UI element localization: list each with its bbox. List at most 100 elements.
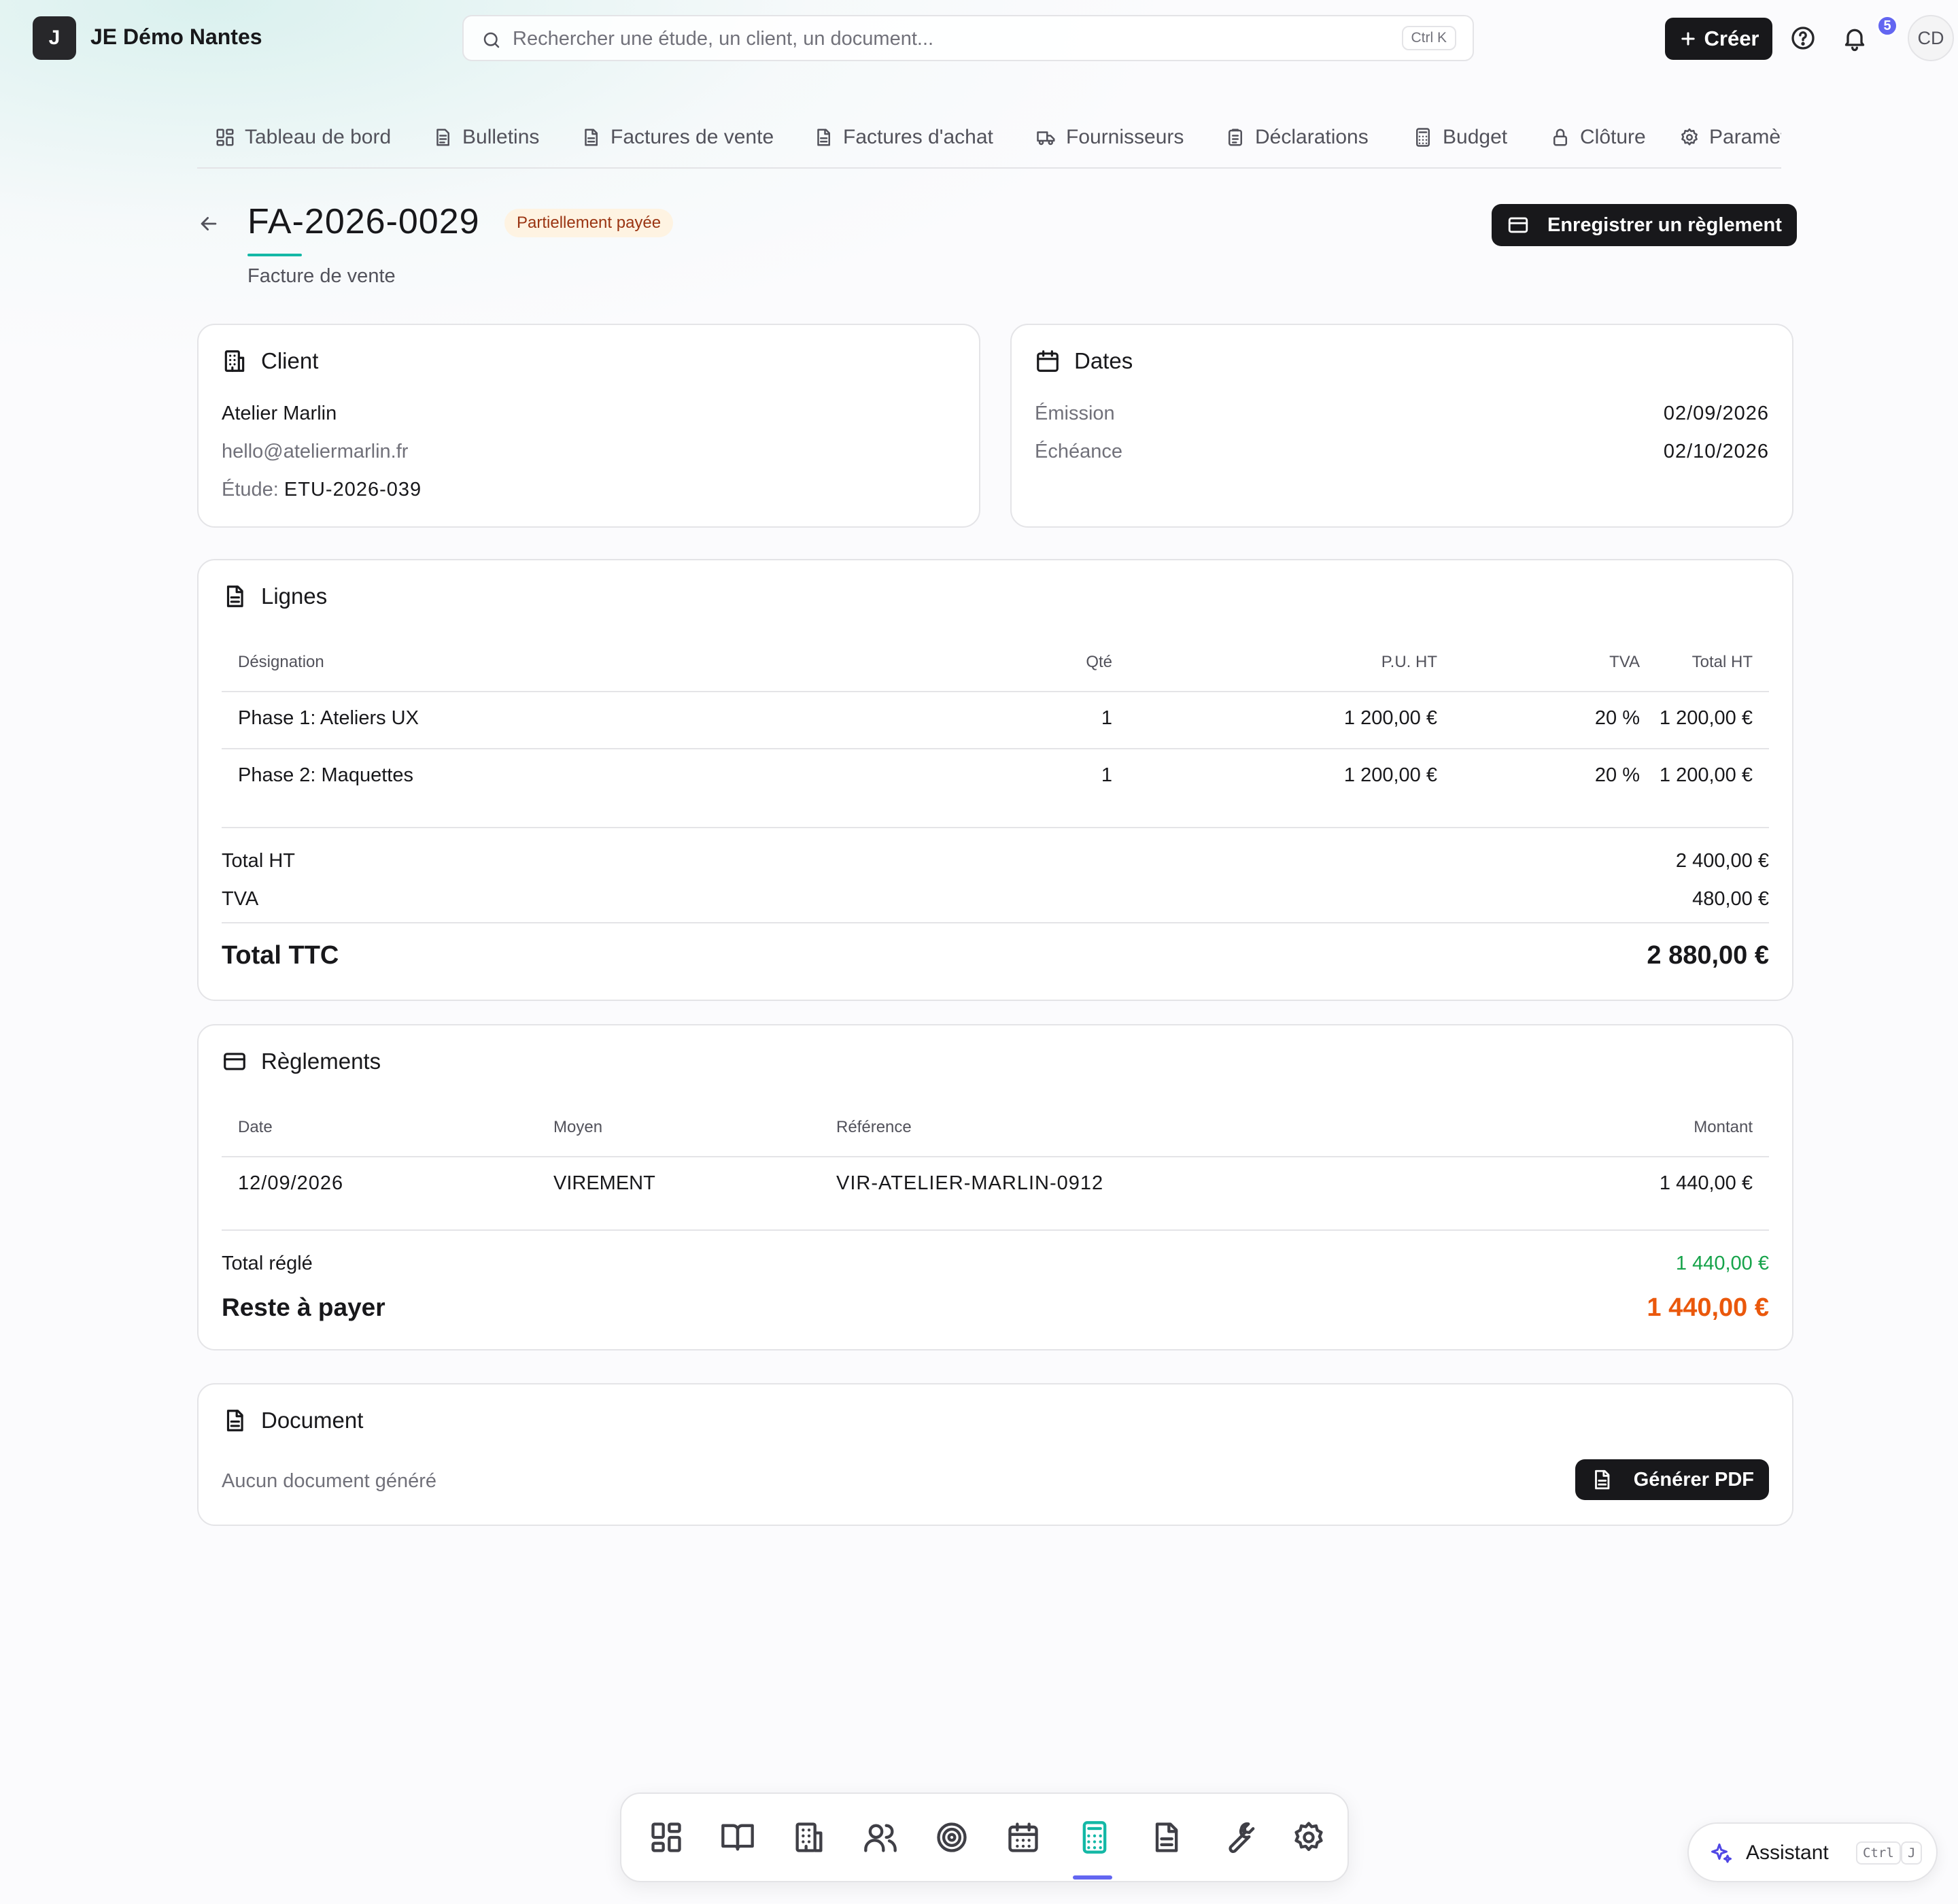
notification-badge: 5 (1876, 15, 1898, 37)
document-icon (226, 585, 243, 607)
tab-tableau-de-bord[interactable]: Tableau de bord (215, 122, 391, 152)
row-unit-price: 1 200,00 € (1343, 764, 1437, 786)
document-card-title: Document (261, 1408, 364, 1433)
vat-total-value: 480,00 € (1692, 888, 1769, 910)
table-header-divider (222, 691, 1769, 692)
search-input[interactable] (513, 23, 1362, 54)
client-study: Étude: ETU-2026-039 (222, 479, 422, 501)
dashboard-icon[interactable] (649, 1820, 684, 1855)
dashboard-icon (216, 129, 234, 146)
document-icon (817, 129, 830, 146)
total-ht-value: 2 400,00 € (1675, 850, 1769, 872)
tab-label: Clôture (1580, 126, 1646, 148)
ttc-divider (222, 922, 1769, 923)
document-card: Document Aucun document généré Générer P… (197, 1383, 1793, 1526)
lines-card-header: Lignes (222, 583, 327, 609)
client-card-title: Client (261, 348, 319, 373)
users-icon[interactable] (863, 1820, 898, 1855)
row-qty: 1 (1101, 707, 1112, 729)
search-bar[interactable]: Ctrl K (462, 15, 1474, 61)
create-button[interactable]: Créer (1665, 18, 1772, 60)
document-icon (1594, 1469, 1610, 1490)
calendar-icon[interactable] (1006, 1820, 1041, 1855)
payments-card-title: Règlements (261, 1049, 381, 1074)
tab-bulletins[interactable]: Bulletins (432, 122, 539, 152)
title-underline (247, 254, 302, 256)
row-vat: 20 % (1594, 707, 1640, 729)
generate-pdf-button[interactable]: Générer PDF (1575, 1459, 1769, 1500)
study-ref[interactable]: ETU-2026-039 (284, 479, 422, 500)
dates-card-title: Dates (1074, 348, 1133, 373)
target-icon[interactable] (934, 1820, 969, 1855)
tab-factures-d-achat[interactable]: Factures d'achat (813, 122, 993, 152)
record-payment-button[interactable]: Enregistrer un règlement (1492, 204, 1797, 246)
tab-declarations[interactable]: Déclarations (1225, 122, 1369, 152)
client-email[interactable]: hello@ateliermarlin.fr (222, 441, 408, 463)
payment-method: VIREMENT (553, 1172, 655, 1194)
tab-budget[interactable]: Budget (1413, 122, 1507, 152)
row-unit-price: 1 200,00 € (1343, 707, 1437, 729)
building-icon (224, 350, 245, 372)
col-total: Total HT (1691, 653, 1753, 671)
client-card-header: Client (222, 348, 318, 374)
tab-factures-de-vente[interactable]: Factures de vente (581, 122, 774, 152)
app-name[interactable]: JE Démo Nantes (90, 24, 262, 50)
calculator-icon[interactable] (1077, 1820, 1112, 1855)
issue-date-label: Émission (1035, 403, 1115, 424)
tab-fournisseurs[interactable]: Fournisseurs (1036, 122, 1184, 152)
help-icon[interactable] (1789, 24, 1817, 52)
row-divider (222, 748, 1769, 749)
document-icon[interactable] (1148, 1820, 1184, 1855)
assistant-label: Assistant (1746, 1841, 1829, 1864)
gear-icon (1681, 128, 1698, 146)
col-reference: Référence (836, 1118, 912, 1136)
document-icon (226, 1410, 243, 1431)
gear-icon[interactable] (1291, 1820, 1326, 1855)
totals-divider (222, 827, 1769, 828)
sparkles-icon (1711, 1843, 1732, 1863)
document-empty-text: Aucun document généré (222, 1470, 436, 1492)
bottom-dock (620, 1792, 1349, 1882)
document-card-header: Document (222, 1408, 363, 1433)
bell-icon[interactable] (1841, 24, 1868, 52)
row-total: 1 200,00 € (1659, 707, 1753, 729)
building-icon[interactable] (791, 1820, 827, 1855)
dates-card: Dates Émission 02/09/2026 Échéance 02/10… (1010, 324, 1793, 528)
invoice-number: FA-2026-0029 (247, 202, 480, 241)
invoice-type: Facture de vente (247, 265, 396, 287)
payment-amount: 1 440,00 € (1659, 1172, 1753, 1194)
tab-parametres[interactable]: Paramètres (1679, 122, 1781, 152)
create-button-label: Créer (1704, 27, 1759, 50)
issue-date-value: 02/09/2026 (1663, 403, 1769, 424)
tab-label: Budget (1443, 126, 1508, 148)
due-date-label: Échéance (1035, 441, 1122, 462)
top-bar: J JE Démo Nantes Ctrl K Créer 5 CD (0, 0, 1958, 76)
calculator-icon (1416, 128, 1430, 147)
tab-cloture[interactable]: Clôture (1550, 122, 1646, 152)
study-label: Étude: (222, 479, 279, 500)
book-icon[interactable] (720, 1820, 755, 1855)
col-amount: Montant (1694, 1118, 1753, 1136)
status-badge: Partiellement payée (504, 209, 674, 237)
assistant-shortcut-j: J (1901, 1841, 1923, 1865)
row-qty: 1 (1101, 764, 1112, 786)
client-name: Atelier Marlin (222, 403, 337, 424)
assistant-button[interactable]: Assistant Ctrl J (1687, 1822, 1938, 1882)
payments-card-header: Règlements (222, 1049, 381, 1074)
payment-reference: VIR-ATELIER-MARLIN-0912 (836, 1172, 1104, 1194)
app-logo[interactable]: J (33, 16, 76, 60)
payment-date: 12/09/2026 (238, 1172, 344, 1194)
due-date-value: 02/10/2026 (1663, 441, 1769, 462)
payments-card: Règlements Date Moyen Référence Montant … (197, 1024, 1793, 1350)
lines-card-title: Lignes (261, 583, 328, 609)
total-paid-value: 1 440,00 € (1675, 1253, 1769, 1274)
lock-icon (1553, 129, 1567, 146)
generate-pdf-label: Générer PDF (1633, 1468, 1754, 1491)
wrench-icon[interactable] (1220, 1820, 1255, 1855)
remaining-label: Reste à payer (222, 1293, 385, 1321)
avatar[interactable]: CD (1908, 15, 1954, 61)
col-date: Date (238, 1118, 273, 1136)
back-arrow-icon[interactable] (197, 212, 220, 235)
tab-label: Tableau de bord (245, 126, 392, 148)
total-ht-label: Total HT (222, 850, 295, 872)
